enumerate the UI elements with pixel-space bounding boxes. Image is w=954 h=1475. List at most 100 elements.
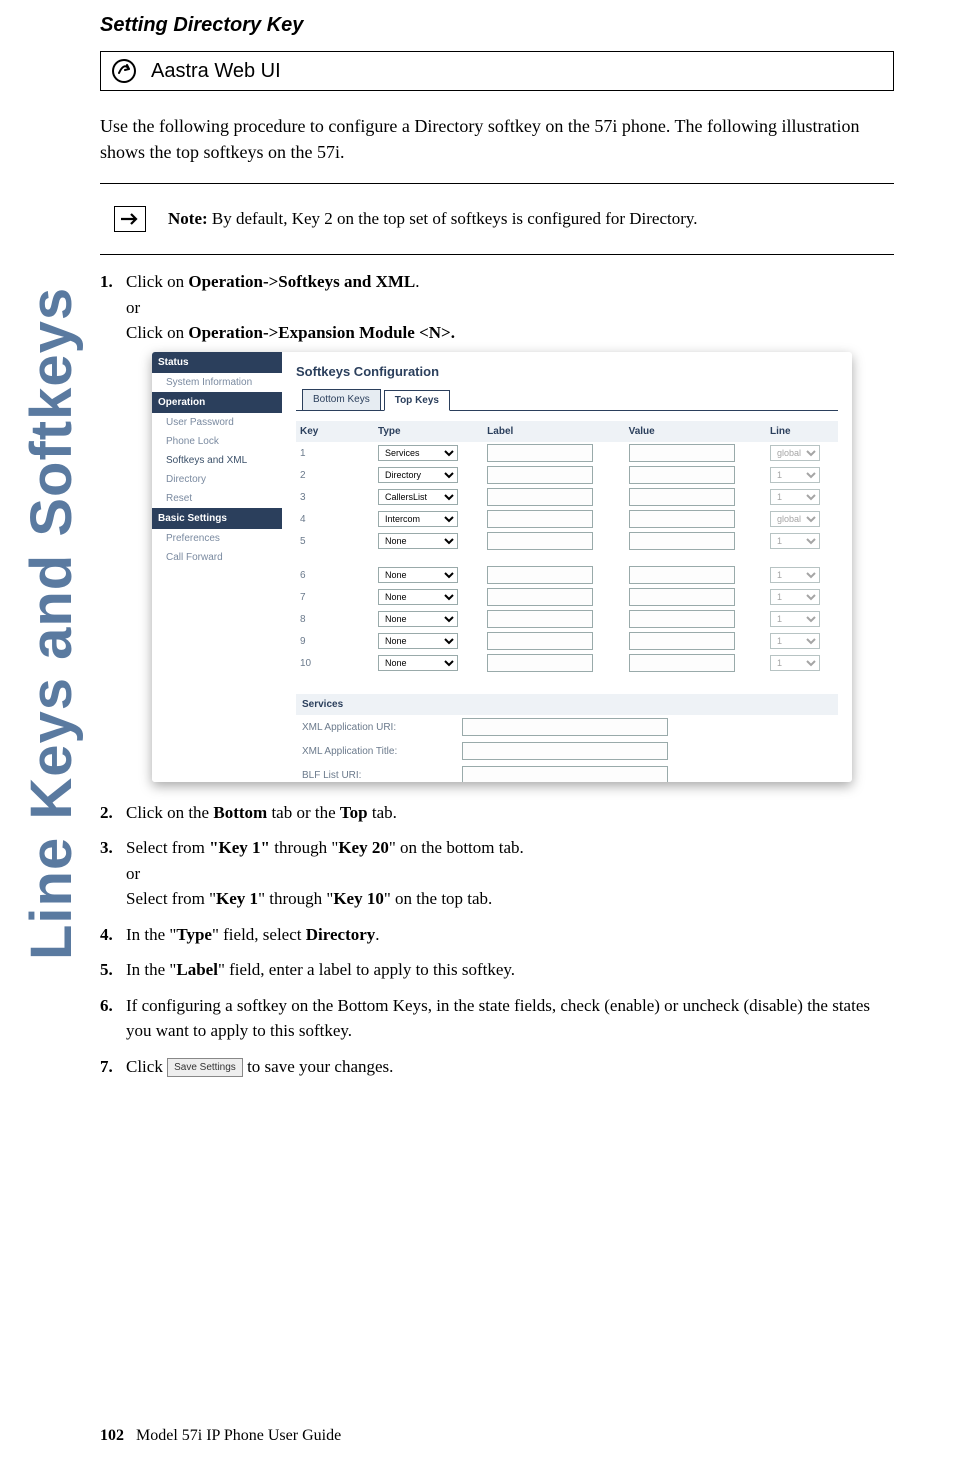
label-input[interactable] bbox=[487, 632, 593, 650]
table-row: 10None 1 bbox=[296, 652, 838, 674]
type-select[interactable]: None bbox=[378, 567, 458, 583]
table-row: 4Intercomglobal bbox=[296, 508, 838, 530]
globe-arrow-icon bbox=[111, 58, 137, 84]
value-input[interactable] bbox=[629, 632, 735, 650]
divider bbox=[100, 254, 894, 255]
text-or: or bbox=[126, 861, 894, 887]
col-key: Key bbox=[296, 421, 374, 442]
line-select[interactable]: global bbox=[770, 445, 820, 461]
text: tab. bbox=[368, 803, 397, 822]
key-number: 9 bbox=[296, 630, 374, 652]
screenshot-nav: Status System Information Operation User… bbox=[152, 352, 282, 782]
line-select[interactable]: 1 bbox=[770, 489, 820, 505]
value-input[interactable] bbox=[629, 610, 735, 628]
nav-head-basic[interactable]: Basic Settings bbox=[152, 508, 282, 529]
softkeys-table: Key Type Label Value Line 1Servicesgloba… bbox=[296, 421, 838, 674]
page-footer: 102 Model 57i IP Phone User Guide bbox=[100, 1427, 341, 1445]
screenshot-tabs: Bottom Keys Top Keys bbox=[296, 389, 838, 411]
line-select[interactable]: global bbox=[770, 511, 820, 527]
type-select[interactable]: CallersList bbox=[378, 489, 458, 505]
type-select[interactable]: Services bbox=[378, 445, 458, 461]
text: In the " bbox=[126, 960, 176, 979]
xml-uri-label: XML Application URI: bbox=[302, 720, 452, 735]
text: through " bbox=[270, 838, 338, 857]
text: . bbox=[375, 925, 379, 944]
nav-item[interactable]: System Information bbox=[152, 373, 282, 392]
nav-item[interactable]: Preferences bbox=[152, 529, 282, 548]
key-number: 7 bbox=[296, 586, 374, 608]
label-input[interactable] bbox=[487, 566, 593, 584]
step-2: Click on the Bottom tab or the Top tab. bbox=[100, 800, 894, 826]
nav-head-operation[interactable]: Operation bbox=[152, 392, 282, 413]
label-input[interactable] bbox=[487, 510, 593, 528]
type-select[interactable]: None bbox=[378, 589, 458, 605]
text-bold: Operation->Expansion Module <N>. bbox=[188, 323, 455, 342]
value-input[interactable] bbox=[629, 444, 735, 462]
key-number: 1 bbox=[296, 442, 374, 464]
footer-title: Model 57i IP Phone User Guide bbox=[136, 1427, 341, 1444]
label-input[interactable] bbox=[487, 488, 593, 506]
section-title: Setting Directory Key bbox=[100, 14, 894, 37]
type-select[interactable]: None bbox=[378, 611, 458, 627]
line-select[interactable]: 1 bbox=[770, 589, 820, 605]
nav-item-active[interactable]: Softkeys and XML bbox=[152, 451, 282, 470]
nav-item[interactable]: Directory bbox=[152, 470, 282, 489]
nav-item[interactable]: Call Forward bbox=[152, 548, 282, 567]
text: " field, enter a label to apply to this … bbox=[218, 960, 515, 979]
value-input[interactable] bbox=[629, 588, 735, 606]
type-select[interactable]: Directory bbox=[378, 467, 458, 483]
label-input[interactable] bbox=[487, 444, 593, 462]
text: Select from " bbox=[126, 889, 216, 908]
nav-head-status[interactable]: Status bbox=[152, 352, 282, 373]
type-select[interactable]: None bbox=[378, 633, 458, 649]
label-input[interactable] bbox=[487, 588, 593, 606]
key-number: 2 bbox=[296, 464, 374, 486]
label-input[interactable] bbox=[487, 654, 593, 672]
text: Select from bbox=[126, 838, 209, 857]
value-input[interactable] bbox=[629, 566, 735, 584]
save-settings-button[interactable]: Save Settings bbox=[167, 1058, 243, 1077]
line-select[interactable]: 1 bbox=[770, 633, 820, 649]
key-number: 3 bbox=[296, 486, 374, 508]
xml-uri-input[interactable] bbox=[462, 718, 668, 736]
note-body: By default, Key 2 on the top set of soft… bbox=[208, 209, 698, 228]
label-input[interactable] bbox=[487, 466, 593, 484]
value-input[interactable] bbox=[629, 532, 735, 550]
nav-item[interactable]: User Password bbox=[152, 413, 282, 432]
side-tab-text: Line Keys and Softkeys bbox=[18, 287, 85, 960]
text: tab or the bbox=[267, 803, 340, 822]
text: Select from "Key 1" through "Key 10" on … bbox=[126, 886, 894, 912]
nav-item[interactable]: Phone Lock bbox=[152, 432, 282, 451]
label-input[interactable] bbox=[487, 610, 593, 628]
note-label: Note: bbox=[168, 209, 208, 228]
line-select[interactable]: 1 bbox=[770, 611, 820, 627]
key-number: 10 bbox=[296, 652, 374, 674]
type-select[interactable]: None bbox=[378, 533, 458, 549]
type-select[interactable]: None bbox=[378, 655, 458, 671]
xml-title-input[interactable] bbox=[462, 742, 668, 760]
value-input[interactable] bbox=[629, 510, 735, 528]
value-input[interactable] bbox=[629, 654, 735, 672]
nav-item[interactable]: Reset bbox=[152, 489, 282, 508]
text: Click on bbox=[126, 272, 188, 291]
table-row: 2Directory 1 bbox=[296, 464, 838, 486]
blf-input[interactable] bbox=[462, 766, 668, 782]
label-input[interactable] bbox=[487, 532, 593, 550]
col-label: Label bbox=[483, 421, 624, 442]
line-select[interactable]: 1 bbox=[770, 467, 820, 483]
line-select[interactable]: 1 bbox=[770, 655, 820, 671]
tab-top-keys[interactable]: Top Keys bbox=[384, 390, 450, 411]
key-number: 5 bbox=[296, 530, 374, 552]
line-select[interactable]: 1 bbox=[770, 533, 820, 549]
text-bold: Key 20 bbox=[338, 838, 389, 857]
divider bbox=[100, 183, 894, 184]
text-bold: Directory bbox=[306, 925, 376, 944]
type-select[interactable]: Intercom bbox=[378, 511, 458, 527]
step-7: Click Save Settings to save your changes… bbox=[100, 1054, 894, 1080]
text: In the " bbox=[126, 925, 176, 944]
tab-bottom-keys[interactable]: Bottom Keys bbox=[302, 389, 381, 410]
value-input[interactable] bbox=[629, 488, 735, 506]
text-bold: Top bbox=[340, 803, 368, 822]
line-select[interactable]: 1 bbox=[770, 567, 820, 583]
value-input[interactable] bbox=[629, 466, 735, 484]
